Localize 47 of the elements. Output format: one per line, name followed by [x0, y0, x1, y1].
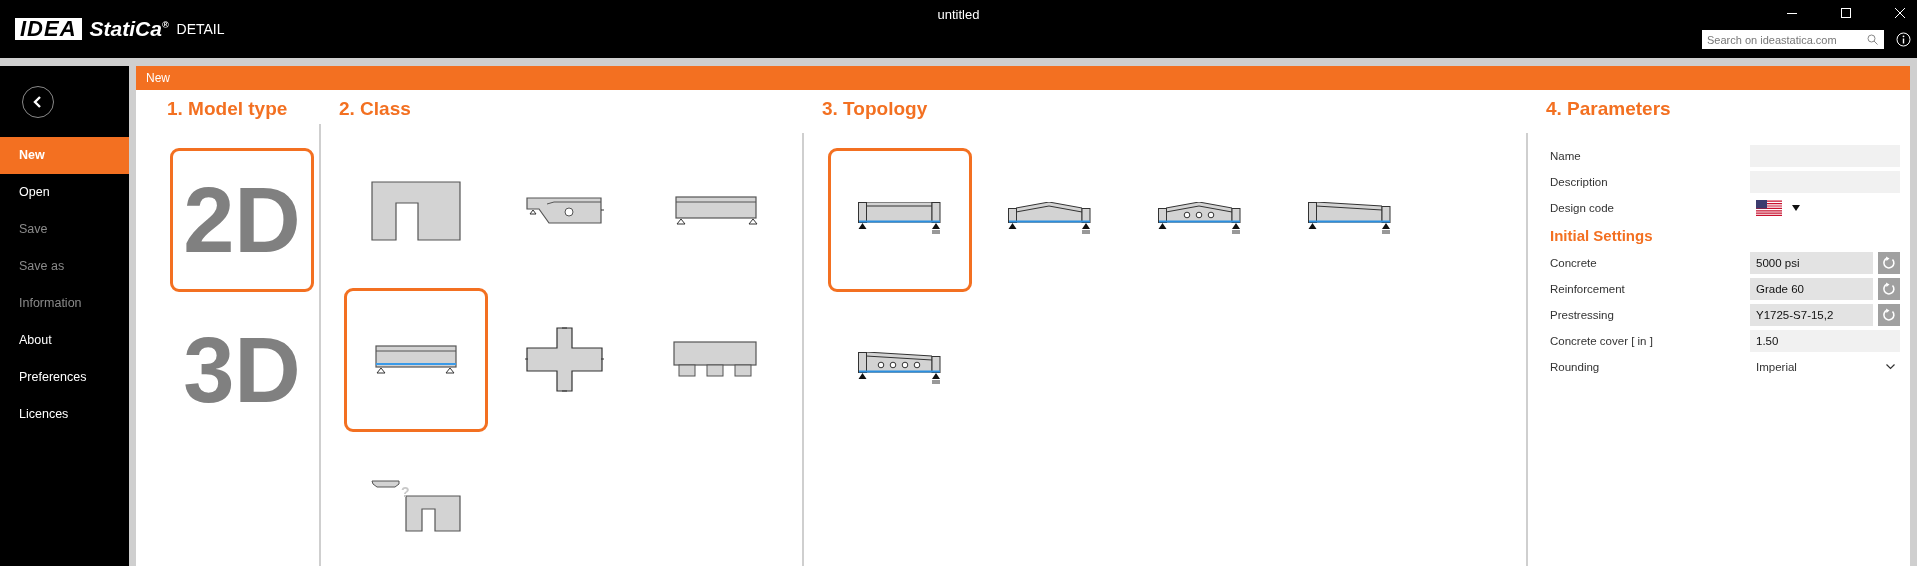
- section-heading: 4. Parameters: [1545, 97, 1672, 121]
- field-label: Prestressing: [1550, 309, 1615, 321]
- model-type-option[interactable]: 2D: [170, 148, 314, 292]
- section-heading: 1. Model type: [166, 97, 289, 121]
- panel-header: New: [136, 66, 1910, 90]
- maximize-icon[interactable]: [1841, 8, 1851, 18]
- field-label: Design code: [1550, 202, 1615, 214]
- refresh-icon: [1882, 282, 1896, 296]
- class-option[interactable]: [344, 288, 488, 432]
- product-name: DETAIL: [176, 21, 225, 37]
- logo: IDEA: [15, 18, 82, 40]
- field-label: Name: [1550, 150, 1582, 162]
- input-field[interactable]: 1.50: [1750, 330, 1900, 352]
- section-heading: 2. Class: [338, 97, 412, 121]
- sidebar-item[interactable]: Licences: [0, 396, 129, 433]
- sidebar-item[interactable]: Open: [0, 174, 129, 211]
- chevron-down-icon: [1886, 364, 1895, 370]
- refresh-icon: [1882, 256, 1896, 270]
- window-title: untitled: [937, 6, 980, 24]
- field-label: Reinforcement: [1550, 283, 1626, 295]
- field-label: Concrete cover [ in ]: [1550, 335, 1654, 347]
- search-field[interactable]: Search on ideastatica.com: [1702, 30, 1884, 49]
- input-field[interactable]: Y1725-S7-15,2: [1750, 304, 1873, 326]
- section-heading: Initial Settings: [1550, 227, 1654, 244]
- field-label: Concrete: [1550, 257, 1598, 269]
- reset-button[interactable]: [1878, 278, 1900, 300]
- reset-button[interactable]: [1878, 252, 1900, 274]
- section-heading: 3. Topology: [821, 97, 929, 121]
- reset-button[interactable]: [1878, 304, 1900, 326]
- input-field[interactable]: Grade 60: [1750, 278, 1873, 300]
- field-label: Rounding: [1550, 361, 1601, 373]
- close-icon[interactable]: [1895, 8, 1905, 18]
- app-name: StatiCa$^{®}$: [89, 17, 169, 41]
- refresh-icon: [1882, 308, 1896, 322]
- topology-option[interactable]: [828, 148, 972, 292]
- field-label: Description: [1550, 176, 1609, 188]
- dropdown-caret-icon[interactable]: [1792, 205, 1800, 211]
- info-icon[interactable]: [1896, 32, 1911, 47]
- flag-icon[interactable]: [1756, 200, 1782, 216]
- back-icon[interactable]: [21, 84, 55, 119]
- input-field[interactable]: 5000 psi: [1750, 252, 1873, 274]
- search-icon[interactable]: [1867, 34, 1878, 45]
- sidebar-item[interactable]: About: [0, 322, 129, 359]
- model-type-option[interactable]: 3D: [170, 298, 314, 442]
- sidebar-item[interactable]: Preferences: [0, 359, 129, 396]
- dropdown[interactable]: Imperial: [1750, 356, 1900, 378]
- question-mark: ?: [401, 484, 410, 500]
